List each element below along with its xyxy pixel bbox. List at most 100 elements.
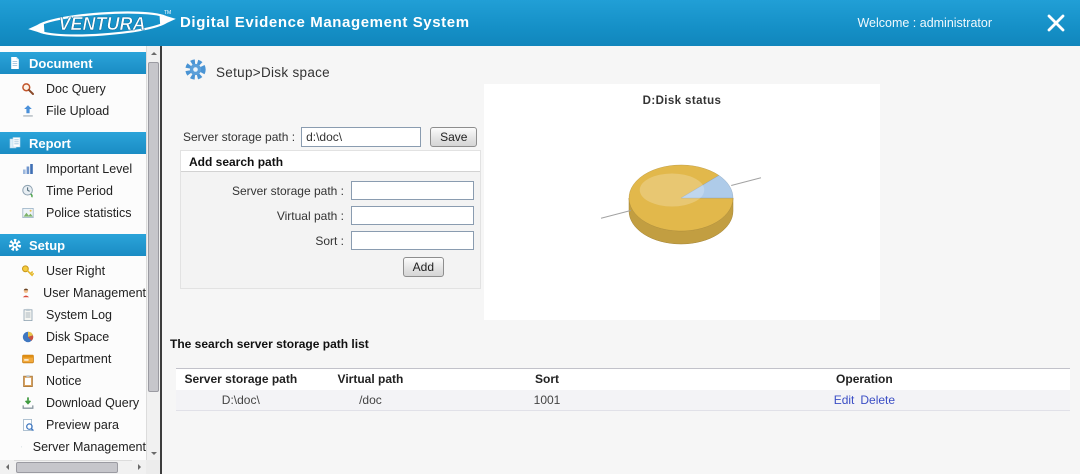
pie-highlight: [639, 173, 705, 207]
setup-gear-icon: [185, 59, 206, 80]
server-storage-path-input[interactable]: [351, 181, 474, 200]
sidebar-item-label: Department: [46, 352, 112, 366]
delete-link[interactable]: Delete: [860, 393, 895, 407]
sidebar-section-header-report[interactable]: Report: [0, 132, 146, 154]
gear-icon: [8, 238, 22, 252]
scroll-down-button[interactable]: [147, 446, 161, 460]
cell-server-storage-path: D:\doc\: [176, 389, 306, 411]
document-icon: [11, 57, 19, 69]
scroll-left-button[interactable]: [0, 460, 14, 474]
sidebar-item-important-level[interactable]: Important Level: [0, 158, 146, 180]
sidebar-item-user-right[interactable]: User Right: [0, 260, 146, 282]
welcome-text: Welcome : administrator: [857, 16, 992, 30]
sidebar-item-label: User Management: [43, 286, 146, 300]
sidebar-section-header-document[interactable]: Document: [0, 52, 146, 74]
scroll-up-button[interactable]: [147, 46, 161, 60]
scrollbar-corner: [146, 460, 160, 474]
sidebar: Document Doc Query File Upload Report Import…: [0, 46, 161, 474]
server-storage-path-input[interactable]: [301, 127, 422, 147]
sidebar-item-label: Server Management: [32, 440, 146, 454]
table-body: D:\doc\/doc 1001 Edit Delete: [176, 389, 1070, 411]
download-icon: [22, 397, 34, 409]
sidebar-item-label: Disk Space: [46, 330, 110, 344]
sidebar-section-header-setup[interactable]: Setup: [0, 234, 146, 256]
scroll-right-button[interactable]: [132, 460, 146, 474]
save-button[interactable]: Save: [430, 127, 478, 147]
pie-leader-line: [600, 210, 631, 219]
column-header-virtual-path: Virtual path: [305, 368, 436, 390]
sidebar-item-label: Doc Query: [46, 82, 106, 96]
sidebar-item-department[interactable]: Department: [0, 348, 146, 370]
ventura-logo: VENTURA TM: [26, 5, 178, 41]
breadcrumb: Setup>Disk space: [184, 58, 330, 86]
logo-tm: TM: [164, 10, 171, 16]
virtual-path-input[interactable]: [351, 206, 474, 225]
disk-status-chart-panel: D:Disk status: [484, 84, 880, 320]
breadcrumb-text: Setup>Disk space: [216, 64, 330, 80]
field-label: Server storage path :: [231, 183, 344, 198]
preview-icon: [23, 418, 34, 432]
cell-virtual-path: /doc: [305, 389, 436, 411]
section-label: Document: [29, 55, 93, 71]
sidebar-item-time-period[interactable]: Time Period: [0, 180, 146, 202]
pie-icon: [22, 331, 34, 343]
field-label: Virtual path :: [276, 208, 344, 223]
notice-icon: [23, 375, 33, 387]
key-icon: [22, 265, 34, 277]
sidebar-item-police-statistics[interactable]: Police statistics: [0, 202, 146, 224]
sort-input[interactable]: [351, 231, 474, 250]
add-search-path-title: Add search path: [181, 151, 480, 172]
add-search-path-fields: Server storage path : Virtual path : Sort …: [187, 178, 474, 253]
sidebar-item-label: System Log: [46, 308, 113, 322]
vertical-scroll-thumb[interactable]: [148, 62, 159, 392]
sidebar-section-document: Document Doc Query File Upload: [0, 52, 146, 122]
sidebar-item-download-query[interactable]: Download Query: [0, 392, 146, 414]
clock-icon: [22, 184, 33, 198]
logo-text: VENTURA: [58, 14, 145, 34]
sidebar-item-file-upload[interactable]: File Upload: [0, 100, 146, 122]
field-row-virtual-path: Virtual path :: [187, 203, 474, 228]
table-header-row: Server storage path Virtual path Sort Opera…: [176, 368, 1070, 390]
sidebar-item-label: Notice: [46, 374, 82, 388]
server-storage-path-form: Server storage path : Save: [183, 126, 478, 148]
sidebar-item-label: Time Period: [46, 184, 113, 198]
sidebar-item-server-management[interactable]: Server Management: [0, 436, 146, 458]
sidebar-item-doc-query[interactable]: Doc Query: [0, 78, 146, 100]
sidebar-item-preview-para[interactable]: Preview para: [0, 414, 146, 436]
app-header: VENTURA TM Digital Evidence Management S…: [0, 0, 1080, 46]
edit-link[interactable]: Edit: [834, 393, 855, 407]
log-icon: [23, 308, 33, 322]
server-icon: [21, 446, 22, 448]
chart-title: D:Disk status: [642, 95, 722, 107]
sidebar-item-notice[interactable]: Notice: [0, 370, 146, 392]
department-icon: [22, 354, 34, 364]
sidebar-horizontal-scrollbar[interactable]: [0, 460, 146, 474]
sidebar-vertical-scrollbar[interactable]: [146, 46, 161, 460]
sidebar-item-disk-space[interactable]: Disk Space: [0, 326, 146, 348]
sidebar-section-setup: Setup User Right User Management System Log…: [0, 234, 146, 458]
setup-gear-icon: [184, 58, 207, 86]
app-title: Digital Evidence Management System: [180, 14, 470, 31]
column-header-operation: Operation: [658, 368, 1070, 390]
sidebar-section-report: Report Important Level Time Period Police s…: [0, 132, 146, 224]
horizontal-scroll-thumb[interactable]: [16, 462, 118, 473]
column-header-sort: Sort: [435, 368, 659, 390]
main-content: Setup>Disk space Server storage path : S…: [162, 46, 1080, 474]
sidebar-item-system-log[interactable]: System Log: [0, 304, 146, 326]
doc-query-icon: [22, 83, 34, 95]
pie-leader-line: [731, 177, 762, 186]
sidebar-item-label: Police statistics: [46, 206, 132, 220]
field-row-server-storage-path: Server storage path :: [187, 178, 474, 203]
sidebar-item-user-management[interactable]: User Management: [0, 282, 146, 304]
sidebar-item-label: Download Query: [46, 396, 140, 410]
cell-sort: 1001: [435, 389, 659, 411]
add-button[interactable]: Add: [402, 257, 444, 277]
user-icon: [22, 288, 30, 298]
cell-operation: Edit Delete: [658, 389, 1070, 411]
storage-path-list-title: The search server storage path list: [170, 337, 369, 351]
close-icon[interactable]: [1044, 11, 1068, 35]
statistics-icon: [22, 208, 34, 218]
sidebar-item-label: User Right: [46, 264, 106, 278]
report-icon: [9, 137, 21, 149]
table-row: D:\doc\/doc 1001 Edit Delete: [176, 389, 1070, 411]
